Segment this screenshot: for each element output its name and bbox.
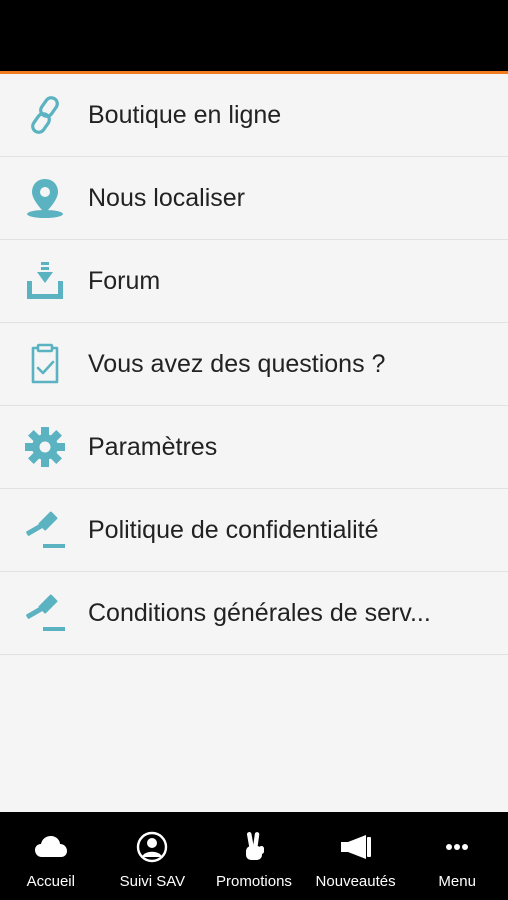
more-dots-icon bbox=[439, 829, 475, 865]
megaphone-icon bbox=[338, 829, 374, 865]
menu-item-localiser[interactable]: Nous localiser bbox=[0, 157, 508, 240]
nav-label: Promotions bbox=[216, 873, 292, 890]
gavel-icon bbox=[21, 589, 69, 637]
nav-label: Suivi SAV bbox=[119, 873, 186, 890]
gavel-icon bbox=[21, 506, 69, 554]
bottom-navigation: Accueil Suivi SAV Promotions Nouveautés … bbox=[0, 812, 508, 900]
menu-list: Boutique en ligne Nous localiser Forum V… bbox=[0, 74, 508, 655]
menu-item-label: Boutique en ligne bbox=[88, 100, 282, 129]
clipboard-check-icon bbox=[21, 340, 69, 388]
nav-item-suivi-sav[interactable]: Suivi SAV bbox=[102, 812, 204, 900]
location-pin-icon bbox=[21, 174, 69, 222]
nav-item-nouveautes[interactable]: Nouveautés bbox=[305, 812, 407, 900]
menu-item-confidentialite[interactable]: Politique de confidentialité bbox=[0, 489, 508, 572]
top-header-bar bbox=[0, 0, 508, 74]
menu-item-label: Vous avez des questions ? bbox=[88, 349, 386, 378]
nav-item-promotions[interactable]: Promotions bbox=[203, 812, 305, 900]
peace-hand-icon bbox=[236, 829, 272, 865]
menu-item-parametres[interactable]: Paramètres bbox=[0, 406, 508, 489]
menu-item-label: Forum bbox=[88, 266, 161, 295]
nav-label: Nouveautés bbox=[315, 873, 396, 890]
gear-icon bbox=[21, 423, 69, 471]
nav-label: Accueil bbox=[26, 873, 75, 890]
cloud-icon bbox=[33, 829, 69, 865]
nav-item-menu[interactable]: Menu bbox=[406, 812, 508, 900]
download-tray-icon bbox=[21, 257, 69, 305]
menu-item-label: Paramètres bbox=[88, 432, 218, 461]
link-icon bbox=[21, 91, 69, 139]
nav-label: Menu bbox=[438, 873, 476, 890]
menu-item-forum[interactable]: Forum bbox=[0, 240, 508, 323]
nav-item-accueil[interactable]: Accueil bbox=[0, 812, 102, 900]
menu-item-label: Nous localiser bbox=[88, 183, 246, 212]
menu-item-conditions[interactable]: Conditions générales de serv... bbox=[0, 572, 508, 655]
menu-item-questions[interactable]: Vous avez des questions ? bbox=[0, 323, 508, 406]
menu-item-label: Politique de confidentialité bbox=[88, 515, 379, 544]
menu-item-label: Conditions générales de serv... bbox=[88, 598, 431, 627]
user-circle-icon bbox=[134, 829, 170, 865]
menu-item-boutique[interactable]: Boutique en ligne bbox=[0, 74, 508, 157]
